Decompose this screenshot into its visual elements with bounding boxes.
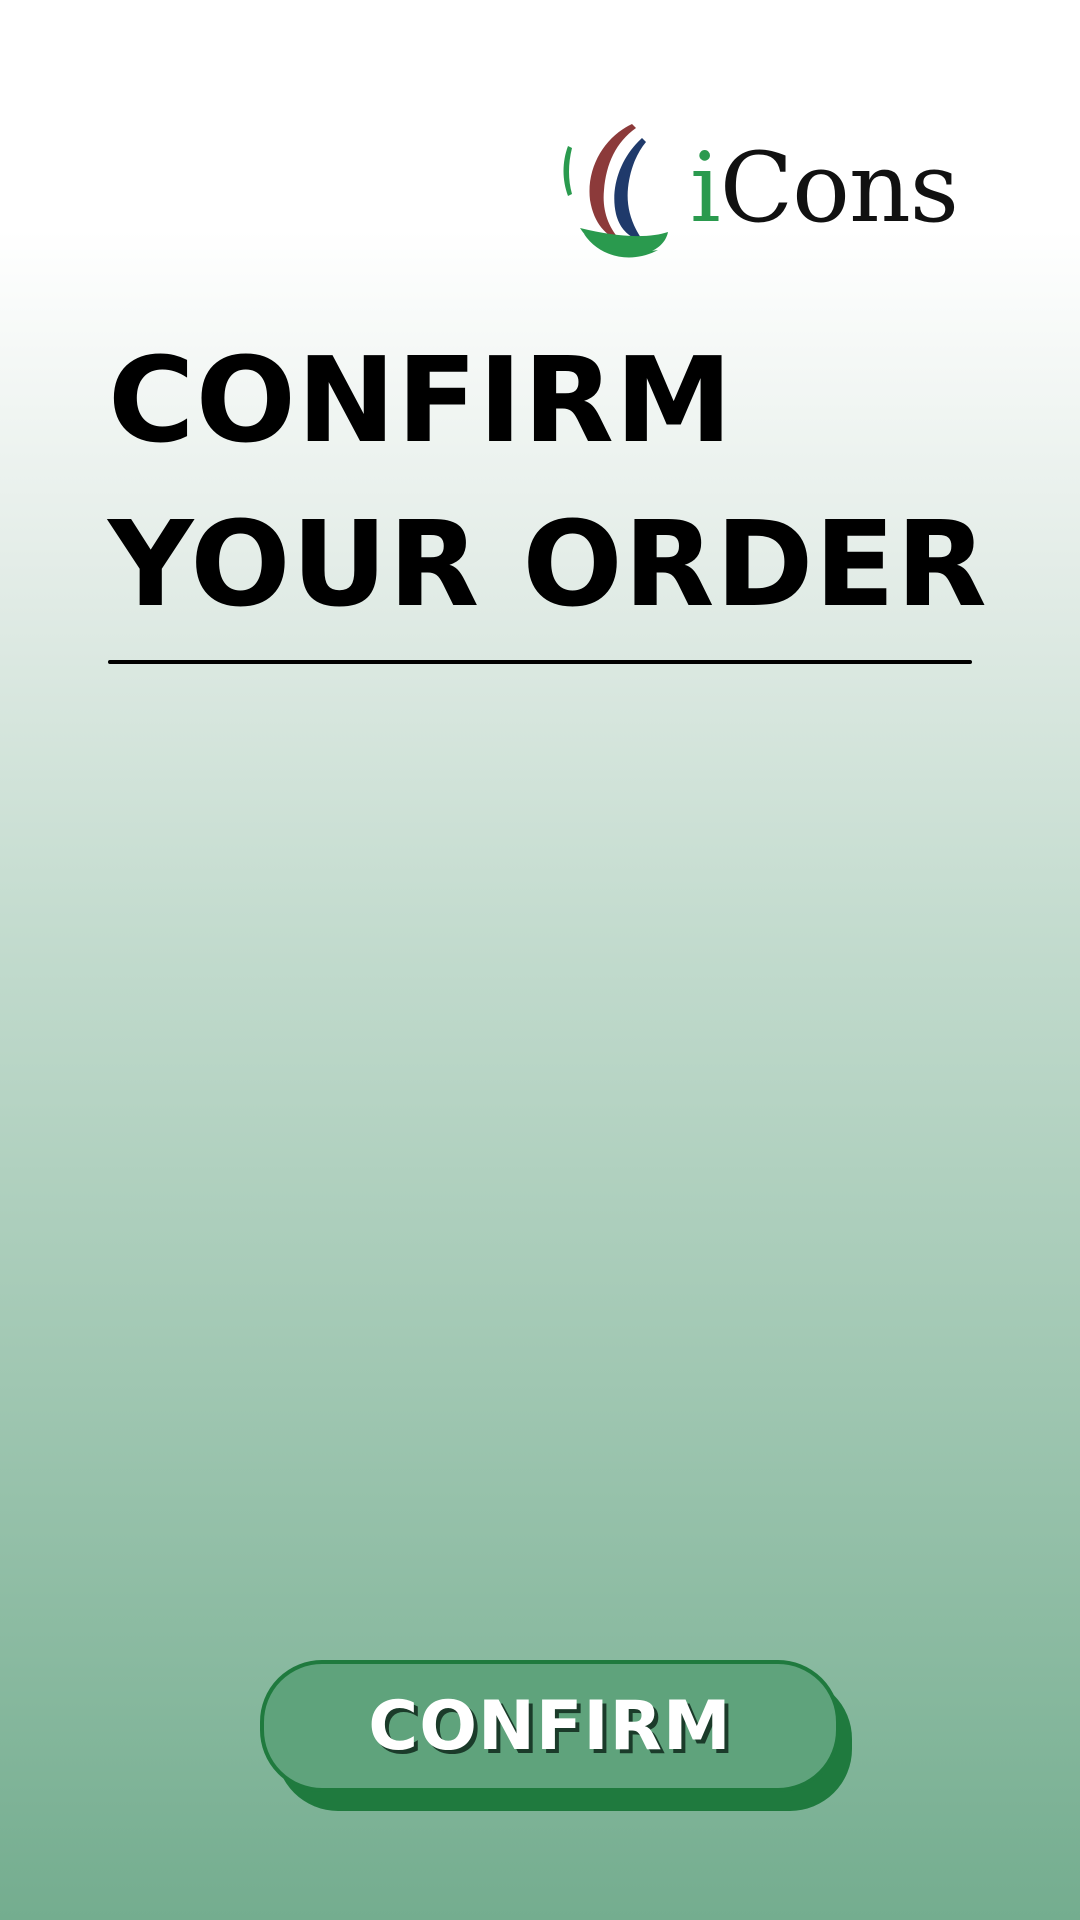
title-divider <box>108 660 972 664</box>
brand-wordmark-rest: Cons <box>719 132 959 244</box>
brand-wordmark: iCons <box>690 138 959 238</box>
page-title: CONFIRM YOUR ORDER <box>108 318 988 646</box>
page-title-line2: YOUR ORDER <box>108 495 988 633</box>
confirm-button-label: CONFIRM <box>368 1686 732 1766</box>
brand-wordmark-i: i <box>690 132 721 244</box>
brand-logo: iCons <box>560 118 970 264</box>
confirm-button[interactable]: CONFIRM <box>260 1660 840 1792</box>
page-title-line1: CONFIRM <box>108 331 734 469</box>
icons-logo-icon <box>563 124 668 258</box>
